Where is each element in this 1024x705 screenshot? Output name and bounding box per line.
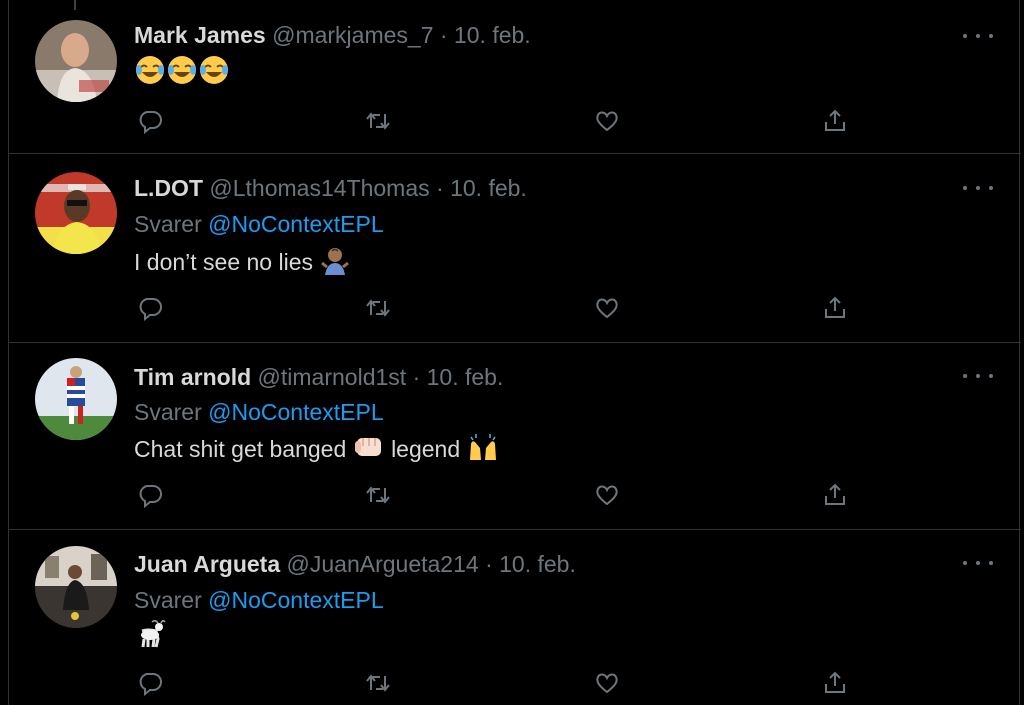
reply-mention-link[interactable]: @NoContextEPL	[208, 211, 384, 237]
reply-context: Svarer @NoContextEPL	[134, 397, 384, 427]
face-with-tears-of-joy-icon	[166, 55, 198, 92]
retweet-icon[interactable]	[363, 106, 393, 136]
timestamp[interactable]: 10. feb.	[499, 551, 576, 577]
user-handle[interactable]: @Lthomas14Thomas	[209, 175, 429, 201]
separator-dot: ·	[485, 551, 493, 577]
reply-mention-link[interactable]: @NoContextEPL	[208, 399, 384, 425]
timestamp[interactable]: 10. feb.	[450, 175, 527, 201]
share-icon[interactable]	[820, 668, 850, 698]
tweet-text: I don’t see no lies	[134, 245, 351, 282]
tweet-body: Chat shit get banged	[134, 436, 347, 462]
share-icon[interactable]	[820, 106, 850, 136]
tweet[interactable]: L.DOT @Lthomas14Thomas · 10. feb. Svarer…	[9, 154, 1021, 343]
more-options-icon[interactable]	[963, 26, 993, 46]
reply-icon[interactable]	[135, 480, 165, 510]
tweet-header: Tim arnold @timarnold1st · 10. feb.	[134, 362, 503, 392]
retweet-icon[interactable]	[363, 668, 393, 698]
reply-label: Svarer	[134, 587, 202, 613]
timestamp[interactable]: 10. feb.	[427, 364, 504, 390]
reply-icon[interactable]	[135, 106, 165, 136]
tweet-text: Chat shit get banged legend	[134, 432, 499, 469]
separator-dot: ·	[436, 175, 444, 201]
tweet[interactable]: Mark James @markjames_7 · 10. feb.	[9, 0, 1021, 154]
like-icon[interactable]	[592, 668, 622, 698]
tweet-actions	[9, 106, 1021, 136]
tweet-header: L.DOT @Lthomas14Thomas · 10. feb.	[134, 173, 527, 203]
share-icon[interactable]	[820, 480, 850, 510]
tweet-actions	[9, 480, 1021, 510]
tweet-header: Juan Argueta @JuanArgueta214 · 10. feb.	[134, 549, 576, 579]
display-name[interactable]: Mark James	[134, 22, 266, 48]
avatar[interactable]	[35, 172, 117, 254]
avatar[interactable]	[35, 20, 117, 102]
avatar[interactable]	[35, 546, 117, 628]
retweet-icon[interactable]	[363, 293, 393, 323]
face-with-tears-of-joy-icon	[134, 55, 166, 92]
separator-dot: ·	[412, 364, 421, 390]
tweet-actions	[9, 668, 1021, 698]
tweet[interactable]: Tim arnold @timarnold1st · 10. feb. Svar…	[9, 343, 1021, 530]
user-handle[interactable]: @timarnold1st	[258, 364, 407, 390]
face-with-tears-of-joy-icon	[198, 55, 230, 92]
tweet-header: Mark James @markjames_7 · 10. feb.	[134, 20, 531, 50]
reply-context: Svarer @NoContextEPL	[134, 585, 384, 615]
display-name[interactable]: L.DOT	[134, 175, 203, 201]
raising-hands-icon	[467, 432, 499, 469]
user-handle[interactable]: @JuanArgueta214	[287, 551, 479, 577]
tweet[interactable]: Juan Argueta @JuanArgueta214 · 10. feb. …	[9, 530, 1021, 705]
like-icon[interactable]	[592, 106, 622, 136]
reply-context: Svarer @NoContextEPL	[134, 209, 384, 239]
more-options-icon[interactable]	[963, 366, 993, 386]
oncoming-fist-icon	[353, 432, 385, 469]
goat-icon	[134, 619, 166, 656]
reply-icon[interactable]	[135, 293, 165, 323]
share-icon[interactable]	[820, 293, 850, 323]
retweet-icon[interactable]	[363, 480, 393, 510]
reply-label: Svarer	[134, 211, 202, 237]
tweet-feed: Mark James @markjames_7 · 10. feb. L.DOT…	[8, 0, 1021, 705]
display-name[interactable]: Juan Argueta	[134, 551, 280, 577]
tweet-body: I don’t see no lies	[134, 249, 314, 275]
user-handle[interactable]: @markjames_7	[272, 22, 433, 48]
timestamp[interactable]: 10. feb.	[454, 22, 531, 48]
display-name[interactable]: Tim arnold	[134, 364, 251, 390]
avatar[interactable]	[35, 358, 117, 440]
more-options-icon[interactable]	[963, 553, 993, 573]
like-icon[interactable]	[592, 480, 622, 510]
like-icon[interactable]	[592, 293, 622, 323]
separator-dot: ·	[439, 22, 448, 48]
tweet-text	[134, 619, 166, 656]
reply-icon[interactable]	[135, 668, 165, 698]
tweet-actions	[9, 293, 1021, 323]
more-options-icon[interactable]	[963, 178, 993, 198]
man-shrugging-icon	[319, 245, 351, 282]
tweet-text	[134, 55, 230, 92]
tweet-body-continued: legend	[391, 436, 461, 462]
reply-mention-link[interactable]: @NoContextEPL	[208, 587, 384, 613]
reply-label: Svarer	[134, 399, 202, 425]
